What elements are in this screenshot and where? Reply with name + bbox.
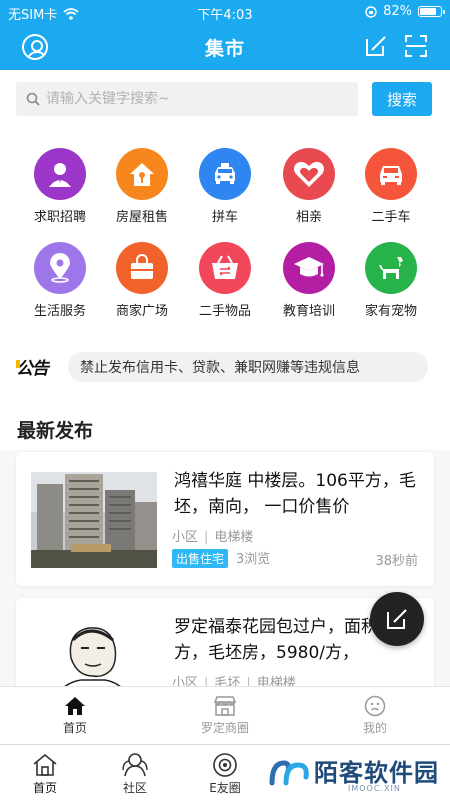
- category-house[interactable]: 房屋租售: [97, 148, 187, 225]
- notice-text[interactable]: 禁止发布信用卡、贷款、兼职网赚等违规信息: [68, 352, 428, 382]
- publish-fab[interactable]: [370, 592, 424, 646]
- face-icon: [364, 695, 386, 717]
- category-label: 商家广场: [115, 304, 168, 319]
- category-label: 相亲: [295, 210, 322, 225]
- category-label: 二手物品: [198, 304, 251, 319]
- search-button[interactable]: 搜索: [372, 82, 432, 116]
- meta-item: 电梯楼: [256, 676, 296, 686]
- category-second-hand[interactable]: 二手物品: [180, 242, 270, 319]
- meta-item: 小区: [172, 530, 199, 545]
- tab-label: 社区: [122, 781, 147, 795]
- post-card[interactable]: 鸿禧华庭 中楼层。106平方，毛坯，南向， 一口价售价 小区 | 电梯楼 出售住宅 3…: [16, 452, 434, 586]
- house-icon: [116, 148, 168, 200]
- home-outline-icon: [33, 753, 57, 776]
- status-bar: 无SIM卡 下午4:03 82%: [0, 0, 450, 24]
- notice-badge: 公告: [16, 354, 49, 379]
- location-icon: [34, 242, 86, 294]
- search-box[interactable]: [16, 82, 358, 116]
- post-meta: 小区 | 毛坯 | 电梯楼: [172, 672, 296, 686]
- battery-percent: 82%: [383, 4, 412, 19]
- tab-label: 首页: [62, 721, 87, 735]
- watermark-logo-icon: [269, 760, 309, 786]
- store-icon: [213, 696, 237, 716]
- category-education[interactable]: 教育培训: [264, 242, 354, 319]
- category-label: 生活服务: [33, 304, 86, 319]
- tab-mine[interactable]: 我的: [300, 693, 450, 736]
- category-used-car[interactable]: 二手车: [346, 148, 436, 225]
- post-thumbnail[interactable]: [31, 472, 157, 568]
- section-title: 最新发布: [17, 420, 94, 442]
- meta-item: 小区: [172, 676, 199, 686]
- tab-home-main[interactable]: 首页: [0, 751, 90, 796]
- tab-home[interactable]: 首页: [0, 693, 150, 736]
- graduation-cap-icon: [283, 242, 335, 294]
- edit-icon[interactable]: [364, 34, 388, 58]
- tab-label: 我的: [362, 721, 387, 735]
- outer-tab-bar: 首页 社区 E友圈 陌客软件园 IMOOC.XIN: [0, 744, 450, 800]
- category-grid: 求职招聘 房屋租售 拼车 相亲 二手车 生活服务 商家广场 二手物品 教育培训 …: [0, 130, 450, 330]
- inner-tab-bar: 首页 罗定商圈 我的: [0, 686, 450, 744]
- meta-item: 电梯楼: [214, 530, 254, 545]
- car-icon: [365, 148, 417, 200]
- tab-e-friends[interactable]: E友圈: [180, 751, 270, 796]
- category-label: 教育培训: [282, 304, 335, 319]
- post-thumbnail[interactable]: [31, 618, 157, 686]
- meta-item: 毛坯: [214, 676, 241, 686]
- category-label: 拼车: [211, 210, 238, 225]
- post-title[interactable]: 鸿禧华庭 中楼层。106平方，毛坯，南向， 一口价售价: [174, 468, 424, 520]
- watermark-sub: IMOOC.XIN: [348, 784, 401, 793]
- post-tag: 出售住宅: [172, 549, 229, 568]
- circle-icon: [213, 753, 237, 777]
- notice-bar: 公告 禁止发布信用卡、贷款、兼职网赚等违规信息: [0, 330, 450, 390]
- basket-icon: [199, 242, 251, 294]
- search-icon: [26, 92, 40, 106]
- watermark-name: 陌客软件园: [314, 758, 439, 787]
- category-dating[interactable]: 相亲: [264, 148, 354, 225]
- category-label: 家有宠物: [364, 304, 417, 319]
- search-bar: 搜索: [0, 70, 450, 130]
- scan-icon[interactable]: [404, 34, 428, 58]
- taxi-icon: [199, 148, 251, 200]
- category-label: 二手车: [371, 210, 411, 225]
- latest-section-header: 最新发布: [0, 390, 450, 450]
- community-icon: [122, 753, 148, 777]
- category-label: 求职招聘: [33, 210, 86, 225]
- post-meta: 小区 | 电梯楼: [172, 530, 254, 545]
- tab-label: 罗定商圈: [200, 721, 249, 735]
- shop-bag-icon: [116, 242, 168, 294]
- edit-icon: [387, 609, 407, 629]
- header: 集市: [0, 24, 450, 70]
- watermark: 陌客软件园 IMOOC.XIN: [268, 751, 448, 797]
- category-job[interactable]: 求职招聘: [15, 148, 105, 225]
- category-pet[interactable]: 家有宠物: [346, 242, 436, 319]
- post-views: 3浏览: [236, 552, 271, 567]
- tab-community[interactable]: 社区: [90, 751, 180, 796]
- top-bar: 无SIM卡 下午4:03 82% 集市: [0, 0, 450, 70]
- category-carpool[interactable]: 拼车: [180, 148, 270, 225]
- category-life-service[interactable]: 生活服务: [15, 242, 105, 319]
- tab-luoding-business[interactable]: 罗定商圈: [150, 693, 300, 736]
- lock-rotation-icon: [365, 5, 377, 18]
- post-feed[interactable]: 鸿禧华庭 中楼层。106平方，毛坯，南向， 一口价售价 小区 | 电梯楼 出售住宅 3…: [0, 450, 450, 686]
- home-filled-icon: [65, 697, 85, 715]
- heart-icon: [283, 148, 335, 200]
- post-stats: 出售住宅 3浏览: [172, 548, 270, 568]
- tab-label: 首页: [32, 781, 57, 795]
- tab-label: E友圈: [209, 781, 241, 795]
- post-time: 38秒前: [375, 554, 418, 569]
- job-icon: [34, 148, 86, 200]
- category-merchant[interactable]: 商家广场: [97, 242, 187, 319]
- category-label: 房屋租售: [115, 210, 168, 225]
- dog-icon: [365, 242, 417, 294]
- battery-icon: [418, 6, 445, 17]
- search-input[interactable]: [46, 91, 336, 107]
